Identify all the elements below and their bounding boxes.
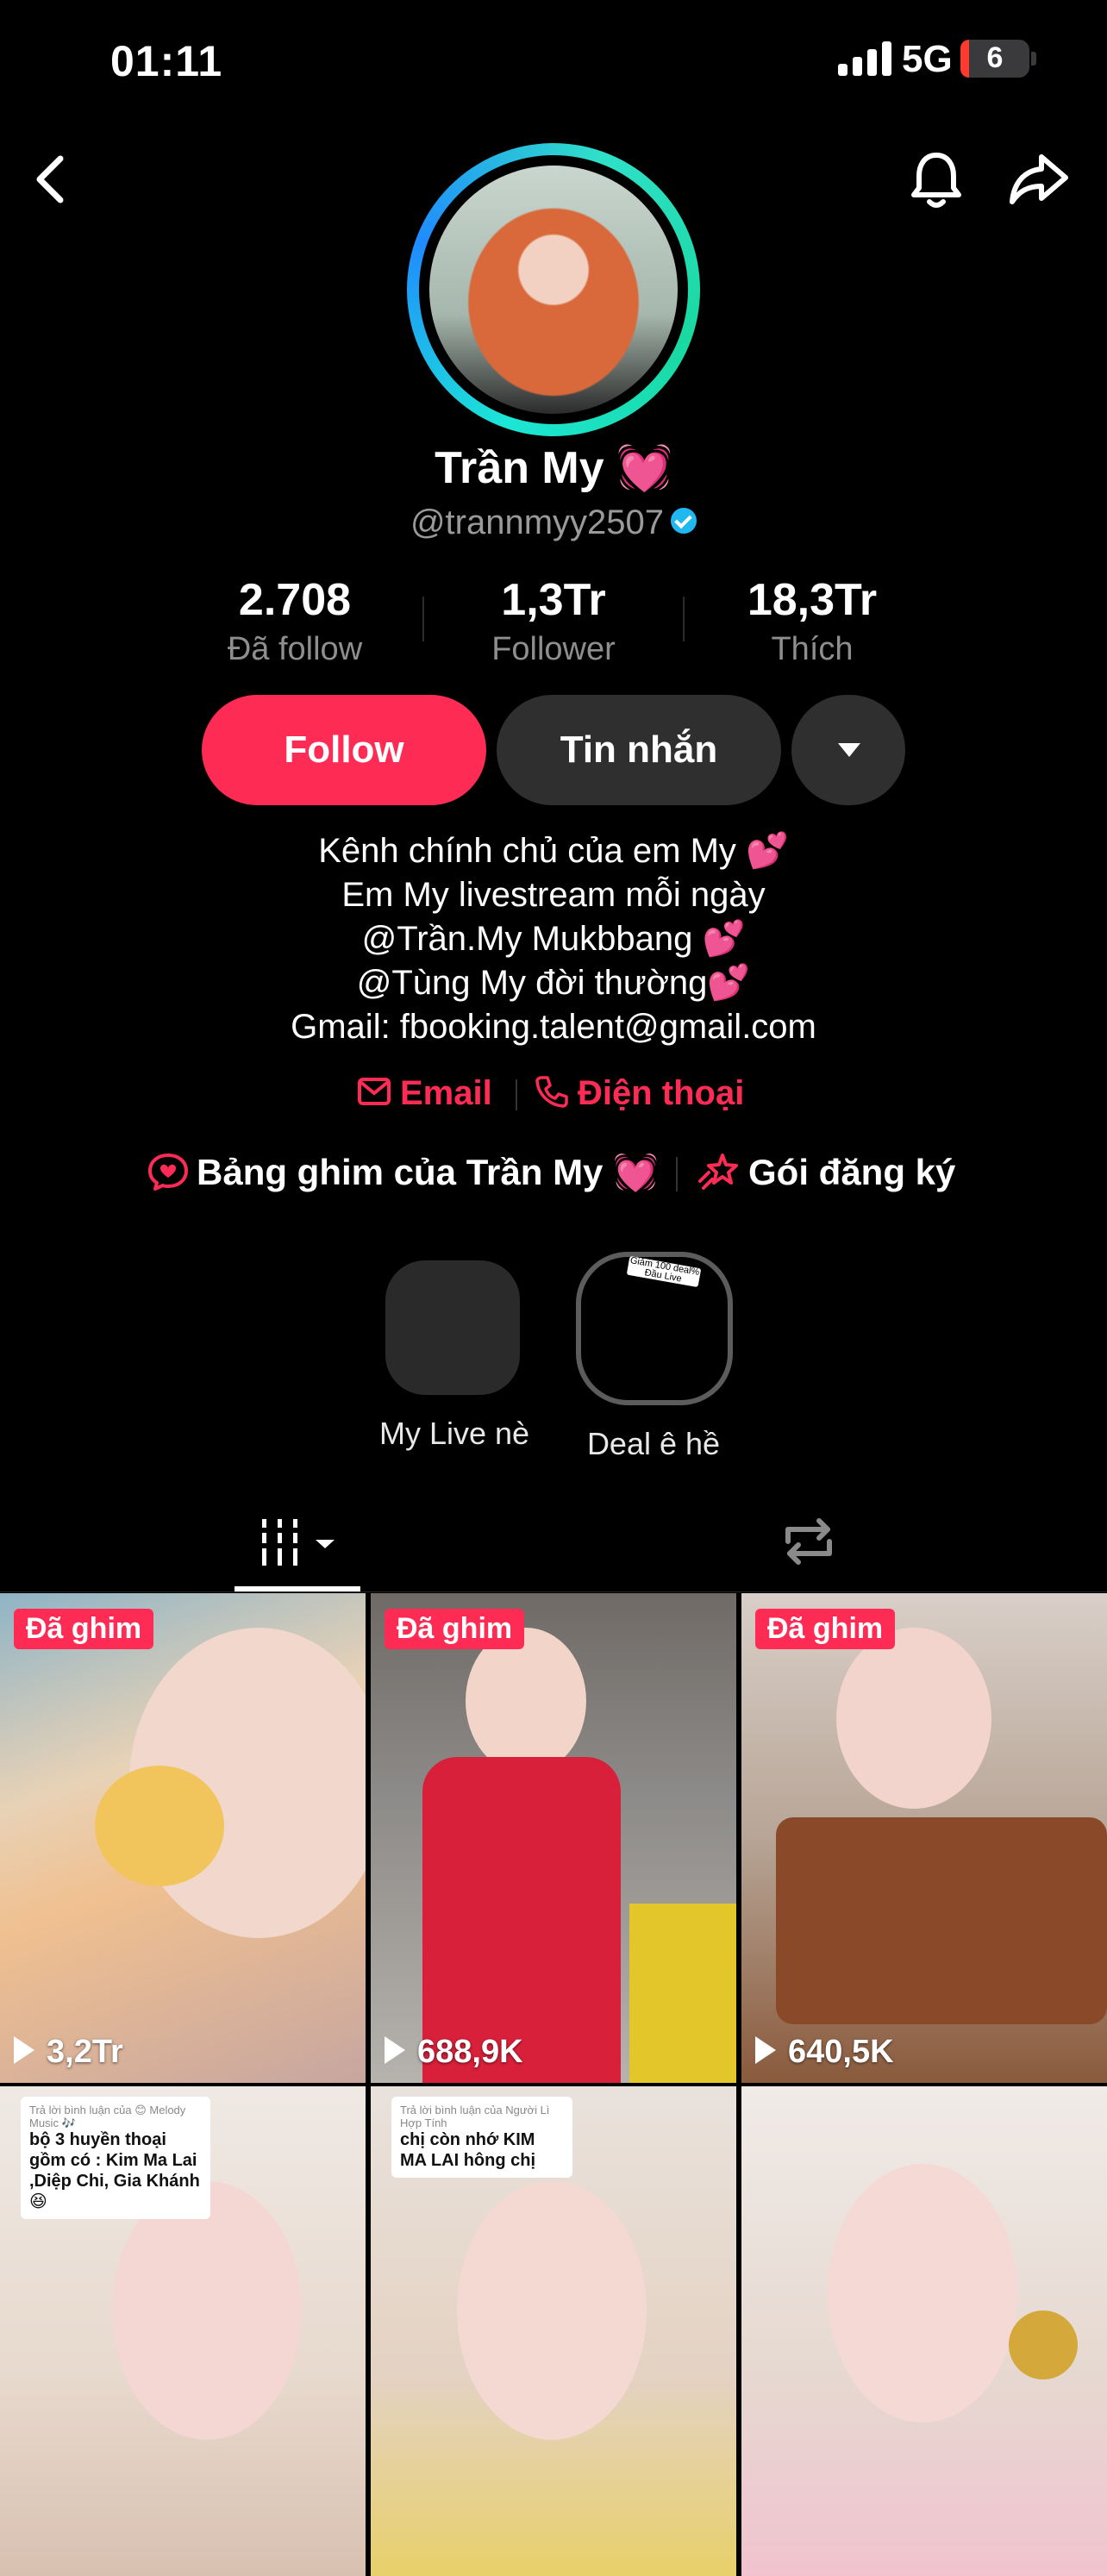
reply-meta: Trả lời bình luận của Người Lì Hợp Tính: [400, 2104, 550, 2129]
video-tile[interactable]: Đã ghim 3,2Tr: [0, 1593, 366, 2083]
highlight-my-live[interactable]: My Live nè: [379, 1260, 530, 1452]
pinned-badge: Đã ghim: [14, 1609, 154, 1649]
bell-icon[interactable]: [902, 145, 971, 214]
tab-divider: [0, 1591, 1107, 1592]
subscription-link[interactable]: Gói đăng ký: [697, 1152, 955, 1195]
reply-meta: Trả lời bình luận của 😊 Melody Music 🎶: [29, 2104, 186, 2129]
play-icon: [14, 2035, 34, 2064]
phone-icon: [535, 1076, 568, 1109]
video-tile[interactable]: [741, 2086, 1107, 2576]
thumb-food: [776, 1817, 1107, 2024]
bio-mention[interactable]: @Tùng My đời thường💕: [0, 961, 1107, 1005]
highlight-thumb: Giảm 100 deal% Đầu Live: [576, 1252, 733, 1405]
avatar[interactable]: [407, 143, 700, 436]
bio-line: Em My livestream mỗi ngày: [341, 876, 766, 914]
battery-icon: 6: [960, 40, 1029, 78]
thumb-food: [95, 1766, 224, 1886]
battery-level: 6: [986, 41, 1004, 74]
grid-icon: [262, 1519, 335, 1566]
stat-likes-label: Thích: [771, 631, 854, 667]
stat-likes-value: 18,3Tr: [747, 575, 878, 625]
phone-label: Điện thoại: [578, 1074, 745, 1112]
highlight-label: Deal ê hề: [586, 1426, 721, 1461]
avatar-photo: [429, 166, 678, 414]
tab-videos[interactable]: [259, 1517, 338, 1573]
play-icon: [385, 2035, 405, 2064]
bio-mention[interactable]: @Trần.My Mukbbang 💕: [0, 917, 1107, 961]
email-link[interactable]: Email: [357, 1074, 492, 1113]
stat-followers[interactable]: 1,3Tr Follower: [441, 574, 666, 668]
bio-line: Kênh chính chủ của em My 💕: [318, 832, 789, 870]
pinboard-label: Bảng ghim của Trần My 💓: [197, 1152, 659, 1192]
comment-reply-card: Trả lời bình luận của Người Lì Hợp Tính …: [391, 2097, 572, 2178]
view-count-value: 3,2Tr: [47, 2034, 123, 2070]
repost-icon: [785, 1518, 832, 1565]
handle-text: @trannmyy2507: [410, 503, 665, 541]
view-count-value: 688,9K: [417, 2034, 523, 2070]
video-tile[interactable]: Trả lời bình luận của Người Lì Hợp Tính …: [371, 2086, 736, 2576]
view-count-value: 640,5K: [788, 2034, 894, 2070]
comment-reply-card: Trả lời bình luận của 😊 Melody Music 🎶 b…: [21, 2097, 210, 2219]
pin-divider: [676, 1157, 678, 1191]
follow-button[interactable]: Follow: [202, 695, 486, 805]
pinboard-link[interactable]: Bảng ghim của Trần My 💓: [147, 1152, 658, 1195]
tab-reposts[interactable]: [778, 1514, 840, 1573]
stat-following-value: 2.708: [238, 575, 352, 625]
reply-text: chị còn nhớ KIM MA LAI hông chị: [400, 2130, 536, 2170]
email-label: Email: [400, 1074, 492, 1112]
thumb-face: [836, 1628, 991, 1809]
profile-handle: @trannmyy2507: [0, 503, 1107, 542]
status-time: 01:11: [110, 37, 223, 85]
share-icon[interactable]: [1004, 145, 1073, 214]
pinned-badge: Đã ghim: [755, 1609, 896, 1649]
phone-link[interactable]: Điện thoại: [535, 1074, 744, 1113]
stat-following[interactable]: 2.708 Đã follow: [183, 574, 407, 668]
stat-likes: 18,3Tr Thích: [700, 574, 924, 668]
chat-heart-icon: [148, 1153, 188, 1191]
play-icon: [755, 2035, 776, 2064]
view-count: 640,5K: [755, 2034, 894, 2071]
highlight-label: My Live nè: [379, 1416, 530, 1451]
stat-followers-label: Follower: [491, 631, 616, 667]
highlight-thumb: [385, 1260, 520, 1395]
stat-divider: [683, 597, 685, 641]
star-badge-icon: [698, 1153, 738, 1190]
subscription-label: Gói đăng ký: [748, 1152, 956, 1192]
thumb-prop: [1009, 2310, 1078, 2379]
network-type: 5G: [902, 38, 953, 80]
thumb-face: [112, 2181, 302, 2440]
video-tile[interactable]: Trả lời bình luận của 😊 Melody Music 🎶 b…: [0, 2086, 366, 2576]
profile-name: Trần My 💓: [435, 443, 672, 493]
contact-divider: [516, 1079, 517, 1110]
more-options-button[interactable]: [791, 695, 905, 805]
thumb-face: [466, 1628, 586, 1774]
reply-text: bộ 3 huyền thoại gồm có : Kim Ma Lai ,Di…: [29, 2130, 200, 2211]
video-tile[interactable]: Đã ghim 640,5K: [741, 1593, 1107, 2083]
view-count: 688,9K: [385, 2034, 523, 2071]
thumb-face: [457, 2181, 647, 2440]
highlight-deal[interactable]: Giảm 100 deal% Đầu Live Deal ê hề: [576, 1252, 733, 1462]
mail-icon: [358, 1078, 391, 1106]
stat-following-label: Đã follow: [227, 631, 363, 667]
bio-email: Gmail: fbooking.talent@gmail.com: [291, 1008, 816, 1046]
battery-tip: [1031, 52, 1036, 66]
thumb-face: [828, 2164, 1017, 2423]
verified-icon: [671, 508, 697, 535]
stat-followers-value: 1,3Tr: [501, 575, 606, 625]
highlight-sticker: Giảm 100 deal% Đầu Live: [626, 1255, 702, 1288]
caret-down-icon: [838, 743, 860, 757]
video-tile[interactable]: Đã ghim 688,9K: [371, 1593, 736, 2083]
signal-icon: [838, 41, 891, 76]
message-button[interactable]: Tin nhắn: [497, 695, 781, 805]
back-icon[interactable]: [17, 145, 86, 214]
pinned-badge: Đã ghim: [385, 1609, 525, 1649]
stat-divider: [422, 597, 424, 641]
view-count: 3,2Tr: [14, 2034, 123, 2071]
thumb-bin: [629, 1904, 736, 2083]
